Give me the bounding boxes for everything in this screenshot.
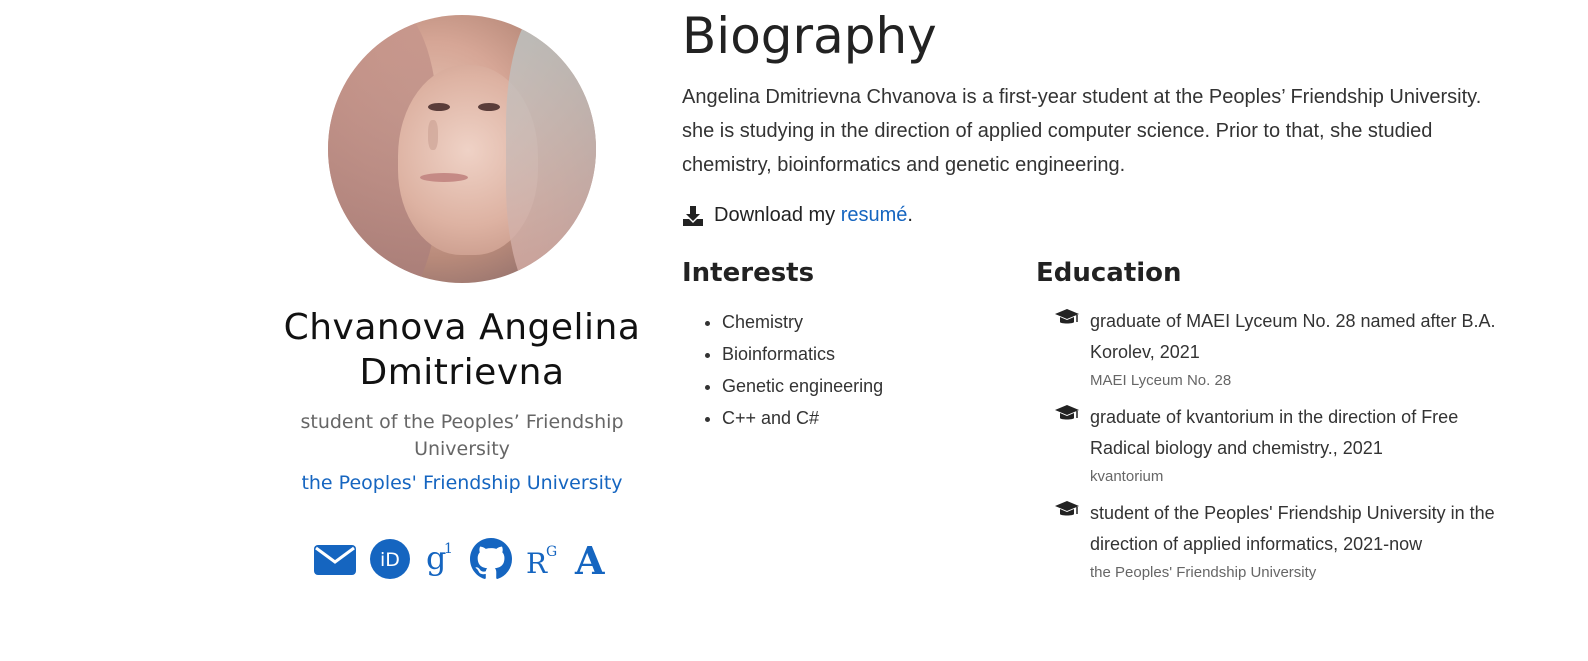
svg-text:G: G [546, 544, 557, 560]
education-item: student of the Peoples' Friendship Unive… [1036, 498, 1502, 583]
education-section: Education graduate of MAEI Lyceum No. 28… [1036, 258, 1502, 594]
svg-text:iD: iD [380, 549, 400, 571]
download-suffix: . [907, 204, 913, 226]
education-title: Education [1036, 258, 1182, 288]
download-resume: Download my resumé. [682, 204, 1502, 227]
education-institution: the Peoples' Friendship University [1090, 564, 1317, 581]
profile-card: Chvanova Angelina Dmitrievna student of … [262, 0, 662, 580]
education-item: graduate of MAEI Lyceum No. 28 named aft… [1036, 306, 1502, 391]
interests-list: Chemistry Bioinformatics Genetic enginee… [682, 306, 1022, 434]
academia-icon[interactable]: A [574, 539, 610, 579]
interest-item: C++ and C# [722, 402, 1022, 434]
svg-text:R: R [526, 547, 548, 579]
interest-item: Genetic engineering [722, 370, 1022, 402]
svg-text:A: A [574, 539, 605, 579]
graduation-cap-icon [1055, 309, 1079, 324]
profile-name: Chvanova Angelina Dmitrievna [283, 307, 641, 393]
interest-item: Bioinformatics [722, 338, 1022, 370]
github-icon[interactable] [470, 538, 512, 580]
education-course: graduate of MAEI Lyceum No. 28 named aft… [1090, 311, 1496, 362]
interest-item: Chemistry [722, 306, 1022, 338]
profile-role: student of the Peoples’ Friendship Unive… [300, 411, 624, 460]
avatar [328, 15, 596, 283]
education-course: student of the Peoples' Friendship Unive… [1090, 503, 1495, 554]
main-content: Biography Angelina Dmitrievna Chvanova i… [682, 0, 1502, 581]
education-item: graduate of kvantorium in the direction … [1036, 402, 1502, 487]
profile-organization-link[interactable]: the Peoples' Friendship University [301, 472, 622, 494]
education-institution: kvantorium [1090, 468, 1164, 485]
interests-title: Interests [682, 258, 815, 288]
social-links: iD g1 RG A [262, 538, 662, 580]
download-prefix: Download my [714, 204, 841, 226]
svg-text:1: 1 [444, 541, 453, 557]
graduation-cap-icon [1055, 405, 1079, 420]
google-scholar-icon[interactable]: g1 [424, 539, 456, 579]
researchgate-icon[interactable]: RG [526, 539, 560, 579]
interests-section: Interests Chemistry Bioinformatics Genet… [682, 258, 1022, 434]
graduation-cap-icon [1055, 501, 1079, 516]
resume-link[interactable]: resumé [841, 204, 908, 226]
education-list: graduate of MAEI Lyceum No. 28 named aft… [1036, 306, 1502, 583]
biography-title: Biography [682, 7, 937, 65]
education-institution: MAEI Lyceum No. 28 [1090, 372, 1232, 389]
email-icon[interactable] [314, 543, 356, 575]
download-icon [683, 205, 703, 226]
education-course: graduate of kvantorium in the direction … [1090, 407, 1459, 458]
orcid-icon[interactable]: iD [370, 539, 410, 579]
biography-text: Angelina Dmitrievna Chvanova is a first-… [682, 86, 1482, 176]
